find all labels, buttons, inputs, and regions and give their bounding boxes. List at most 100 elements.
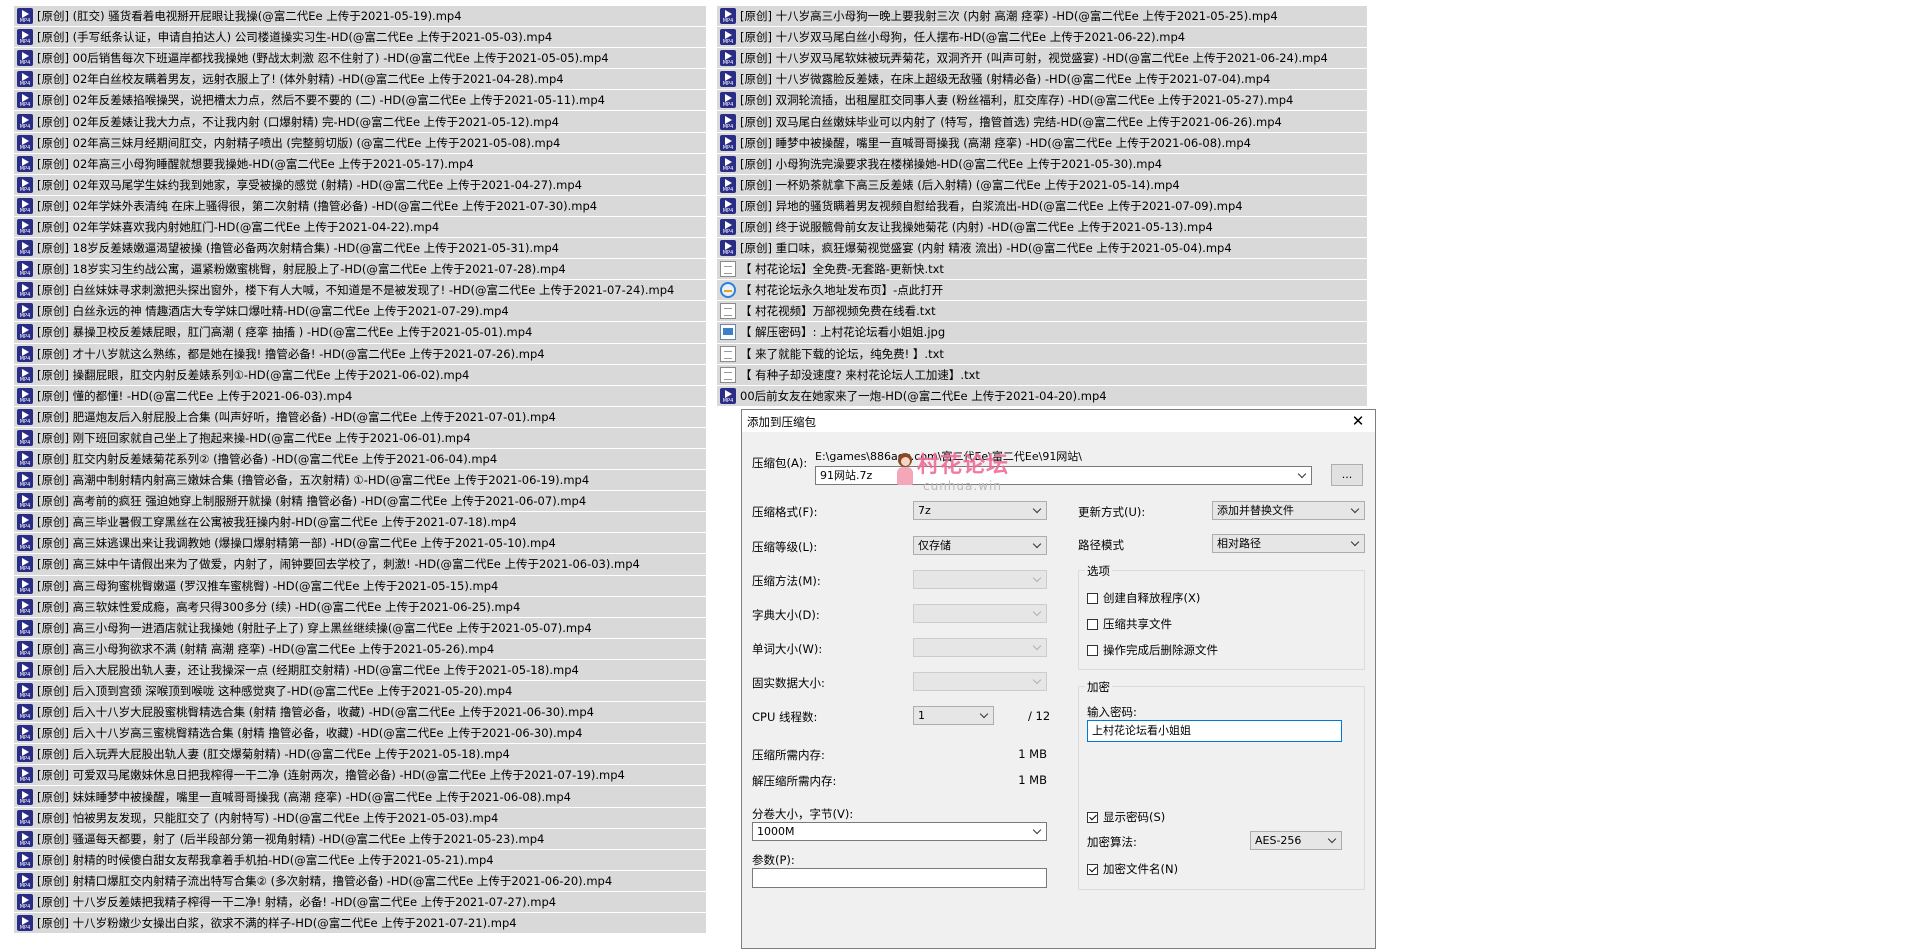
encrypt-names-option[interactable]: 加密文件名(N) (1087, 861, 1178, 877)
password-input[interactable]: 上村花论坛看小姐姐 (1087, 720, 1342, 742)
encrypt-names-checkbox[interactable] (1087, 863, 1098, 875)
file-list-item[interactable]: [原创] 后入大屁股出轨人妻，还让我操深一点 (经期肛交射精) -HD(@富二代… (14, 659, 706, 681)
file-name: [原创] 睡梦中被操醒，嘴里一直喊哥哥操我 (高潮 痉挛) -HD(@富二代Ee… (740, 135, 1251, 150)
file-list-item[interactable]: [原创] 后入玩弄大屁股出轨人妻 (肛交爆菊射精) -HD(@富二代Ee 上传于… (14, 744, 706, 766)
file-list-item[interactable]: [原创] 刚下班回家就自己坐上了抱起来操-HD(@富二代Ee 上传于2021-0… (14, 427, 706, 449)
file-list-item[interactable]: [原创] 高三妹逃课出来让我调教她 (爆操口爆射精第一部) -HD(@富二代Ee… (14, 533, 706, 555)
file-list-item[interactable]: [原创] 02年反差婊让我大力点，不让我内射 (口爆射精) 完-HD(@富二代E… (14, 111, 706, 133)
path-mode-select[interactable]: 相对路径 (1212, 534, 1365, 553)
file-list-item[interactable]: [原创] 十八岁双马尾白丝小母狗，任人摆布-HD(@富二代Ee 上传于2021-… (717, 27, 1367, 49)
file-list-item[interactable]: [原创] 18岁实习生约战公寓，逼紧粉嫩蜜桃臀，射屁股上了-HD(@富二代Ee … (14, 259, 706, 281)
update-mode-select[interactable]: 添加并替换文件 (1212, 501, 1365, 520)
watermark-subtext: cunhua.win (923, 479, 1002, 493)
file-list-item[interactable]: [原创] 异地的骚货瞒着男友视频自慰给我看，白浆流出-HD(@富二代Ee 上传于… (717, 195, 1367, 217)
file-list-item[interactable]: [原创] 妹妹睡梦中被操醒，嘴里一直喊哥哥操我 (高潮 痉挛) -HD(@富二代… (14, 786, 706, 808)
sfx-option[interactable]: 创建自释放程序(X) (1087, 590, 1200, 606)
file-list-item[interactable]: [原创] 双洞轮流插，出租屋肛交同事人妻 (粉丝福利，肛交库存) -HD(@富二… (717, 90, 1367, 112)
file-list-item[interactable]: [原创] 射精口爆肛交内射精子流出特写合集② (多次射精，撸管必备) -HD(@… (14, 870, 706, 892)
file-list-item[interactable]: [原创] 重口味，疯狂爆菊视觉盛宴 (内射 精液 流出) -HD(@富二代Ee … (717, 238, 1367, 260)
file-list-item[interactable]: [原创] 白丝永远的神 情趣酒店大专学妹口爆吐精-HD(@富二代Ee 上传于20… (14, 301, 706, 323)
method-select[interactable] (913, 570, 1047, 589)
file-list-item[interactable]: [原创] 怕被男友发现，只能肛交了 (内射特写) -HD(@富二代Ee 上传于2… (14, 807, 706, 829)
shared-files-checkbox-label: 压缩共享文件 (1103, 617, 1172, 631)
file-list-item[interactable]: [原创] 肥逼炮友后入射屁股上合集 (叫声好听，撸管必备) -HD(@富二代Ee… (14, 406, 706, 428)
file-list-item[interactable]: [原创] 02年双马尾学生妹约我到她家，享受被操的感觉 (射精) -HD(@富二… (14, 174, 706, 196)
file-list-item[interactable]: 00后前女友在她家来了一炮-HD(@富二代Ee 上传于2021-04-20).m… (717, 385, 1367, 407)
file-list-item[interactable]: [原创] 暴操卫校反差婊屁眼，肛门高潮 ( 痉挛 抽搐 ) -HD(@富二代Ee… (14, 322, 706, 344)
file-list-item[interactable]: [原创] 骚逼每天都要，射了 (后半段部分第一视角射精) -HD(@富二代Ee … (14, 828, 706, 850)
file-list-item[interactable]: [原创] 十八岁反差婊把我精子榨得一干二净! 射精，必备! -HD(@富二代Ee… (14, 891, 706, 914)
shared-files-option[interactable]: 压缩共享文件 (1087, 616, 1172, 632)
file-name: [原创] 02年反差婊掐喉操哭，说把槽太力点，然后不要不要的 (二) -HD(@… (37, 93, 605, 108)
file-list-item[interactable]: [原创] 十八岁粉嫩少女操出白浆，欲求不满的样子-HD(@富二代Ee 上传于20… (14, 913, 706, 935)
file-list-item[interactable]: 【 村花论坛】全免费-无套路-更新快.txt (717, 259, 1367, 281)
file-list-item[interactable]: [原创] 02年高三妹月经期间肛交，内射精子喷出 (完整剪切版) (@富二代Ee… (14, 132, 706, 154)
format-select[interactable]: 7z (913, 501, 1047, 520)
file-list-item[interactable]: [原创] 后入顶到宫颈 深喉顶到喉咙 这种感觉爽了-HD(@富二代Ee 上传于2… (14, 681, 706, 703)
file-list-item[interactable]: [原创] 02年学妹外表清纯 在床上骚得很，第二次射精 (撸管必备) -HD(@… (14, 195, 706, 217)
parameters-input[interactable] (752, 868, 1047, 888)
close-button[interactable]: ✕ (1349, 411, 1367, 431)
file-list-item[interactable]: [原创] 十八岁微露脸反差婊，在床上超级无敌骚 (射精必备) -HD(@富二代E… (717, 69, 1367, 91)
delete-files-checkbox[interactable] (1087, 644, 1098, 656)
file-list-item[interactable]: 【 村花视频】万部视频免费在线看.txt (717, 301, 1367, 323)
show-password-checkbox[interactable] (1087, 811, 1098, 823)
file-list-item[interactable]: [原创] 高三母狗蜜桃臀嫩逼 (罗汉推车蜜桃臀) -HD(@富二代Ee 上传于2… (14, 575, 706, 597)
file-list-item[interactable]: [原创] 后入十八岁高三蜜桃臀精选合集 (射精 撸管必备，收藏) -HD(@富二… (14, 723, 706, 745)
file-list-item[interactable]: 【 有种子却没速度? 来村花论坛人工加速】.txt (717, 364, 1367, 386)
browse-button[interactable]: ... (1331, 464, 1363, 486)
file-list-item[interactable]: [原创] 00后销售每次下班逼岸都找我操她 (野战太刺激 忍不住射了) -HD(… (14, 48, 706, 70)
file-list-item[interactable]: 【 村花论坛永久地址发布页】-点此打开 (717, 280, 1367, 302)
file-list-item[interactable]: [原创] (手写纸条认证，申请自拍达人) 公司楼道操实习生-HD(@富二代Ee … (14, 27, 706, 49)
encryption-method-select[interactable]: AES-256 (1250, 831, 1342, 850)
file-list-item[interactable]: [原创] 高三小母狗一进酒店就让我操她 (射肚子上了) 穿上黑丝继续操(@富二代… (14, 617, 706, 639)
word-size-select[interactable] (913, 638, 1047, 657)
file-list-item[interactable]: [原创] 十八岁双马尾软妹被玩弄菊花，双洞齐开 (叫声可射，视觉盛宴) -HD(… (717, 48, 1367, 70)
file-list-item[interactable]: [原创] 高三妹中午请假出来为了做爱，内射了，闹钟要回去学校了，刺激! -HD(… (14, 554, 706, 576)
file-list-item[interactable]: [原创] 高三小母狗欲求不满 (射精 高潮 痉挛) -HD(@富二代Ee 上传于… (14, 638, 706, 660)
dictionary-size-select[interactable] (913, 604, 1047, 623)
cpu-threads-select[interactable]: 1 (913, 706, 994, 725)
file-list-right-column: [原创] 十八岁高三小母狗一晚上要我射三次 (内射 高潮 痉挛) -HD(@富二… (717, 6, 1367, 407)
cpu-threads-max: / 12 (1028, 709, 1051, 723)
file-list-item[interactable]: [原创] 02年学妹喜欢我内射她肛门-HD(@富二代Ee 上传于2021-04-… (14, 216, 706, 239)
mp4-file-icon (17, 282, 33, 299)
file-list-item[interactable]: [原创] (肛交) 骚货看着电视掰开屁眼让我操(@富二代Ee 上传于2021-0… (14, 6, 706, 28)
file-name: [原创] 02年反差婊让我大力点，不让我内射 (口爆射精) 完-HD(@富二代E… (37, 114, 559, 129)
show-password-option[interactable]: 显示密码(S) (1087, 809, 1165, 825)
file-list-item[interactable]: [原创] 懂的都懂! -HD(@富二代Ee 上传于2021-06-03).mp4 (14, 385, 706, 407)
file-list-item[interactable]: [原创] 小母狗洗完澡要求我在楼梯操她-HD(@富二代Ee 上传于2021-05… (717, 153, 1367, 175)
file-list-item[interactable]: 【 解压密码】: 上村花论坛看小姐姐.jpg (717, 322, 1367, 344)
shared-files-checkbox[interactable] (1087, 618, 1098, 630)
text-file-icon (720, 261, 736, 278)
volume-size-combobox[interactable]: 1000M (752, 822, 1047, 841)
level-select[interactable]: 仅存储 (913, 536, 1047, 555)
delete-files-option[interactable]: 操作完成后删除源文件 (1087, 642, 1218, 658)
mp4-file-icon (17, 640, 33, 657)
sfx-checkbox[interactable] (1087, 592, 1098, 604)
file-list-item[interactable]: [原创] 终于说服髋骨前女友让我操她菊花 (内射) -HD(@富二代Ee 上传于… (717, 216, 1367, 239)
file-list-item[interactable]: [原创] 双马尾白丝嫩妹毕业可以内射了 (特写，撸管首选) 完结-HD(@富二代… (717, 111, 1367, 133)
file-list-item[interactable]: [原创] 白丝妹妹寻求刺激把头探出窗外，楼下有人大喊，不知道是不是被发现了! -… (14, 280, 706, 302)
file-list-item[interactable]: [原创] 一杯奶茶就拿下高三反差婊 (后入射精) (@富二代Ee 上传于2021… (717, 174, 1367, 196)
file-list-item[interactable]: [原创] 02年白丝校友瞒着男友，远射衣服上了! (体外射精) -HD(@富二代… (14, 69, 706, 91)
file-list-item[interactable]: [原创] 02年反差婊掐喉操哭，说把槽太力点，然后不要不要的 (二) -HD(@… (14, 90, 706, 112)
file-list-item[interactable]: [原创] 可爱双马尾嫩妹休息日把我榨得一干二净 (连射两次，撸管必备) -HD(… (14, 765, 706, 787)
dialog-titlebar[interactable]: 添加到压缩包 ✕ (742, 410, 1375, 432)
file-list-item[interactable]: [原创] 高三软妹性爱成瘾，高考只得300多分 (续) -HD(@富二代Ee 上… (14, 596, 706, 618)
file-name: [原创] 后入十八岁大屁股蜜桃臀精选合集 (射精 撸管必备，收藏) -HD(@富… (37, 705, 594, 720)
file-list-item[interactable]: [原创] 睡梦中被操醒，嘴里一直喊哥哥操我 (高潮 痉挛) -HD(@富二代Ee… (717, 132, 1367, 154)
file-list-item[interactable]: [原创] 18岁反差婊嫩逼渴望被操 (撸管必备两次射精合集) -HD(@富二代E… (14, 238, 706, 260)
solid-block-select[interactable] (913, 672, 1047, 691)
file-list-item[interactable]: [原创] 高三毕业暑假工穿黑丝在公寓被我狂操内射-HD(@富二代Ee 上传于20… (14, 512, 706, 534)
file-list-item[interactable]: [原创] 高考前的疯狂 强迫她穿上制服掰开就操 (射精 撸管必备) -HD(@富… (14, 491, 706, 513)
file-list-item[interactable]: [原创] 后入十八岁大屁股蜜桃臀精选合集 (射精 撸管必备，收藏) -HD(@富… (14, 702, 706, 724)
file-list-item[interactable]: [原创] 十八岁高三小母狗一晚上要我射三次 (内射 高潮 痉挛) -HD(@富二… (717, 6, 1367, 28)
file-list-item[interactable]: [原创] 射精的时候傻白甜女友帮我拿着手机拍-HD(@富二代Ee 上传于2021… (14, 849, 706, 871)
file-list-item[interactable]: [原创] 02年高三小母狗睡醒就想要我操她-HD(@富二代Ee 上传于2021-… (14, 153, 706, 175)
file-list-item[interactable]: [原创] 肛交内射反差婊菊花系列② (撸管必备) -HD(@富二代Ee 上传于2… (14, 448, 706, 471)
file-list-item[interactable]: 【 来了就能下载的论坛，纯免费! 】.txt (717, 343, 1367, 365)
file-list-item[interactable]: [原创] 才十八岁就这么熟练，都是她在操我! 撸管必备! -HD(@富二代Ee … (14, 343, 706, 365)
file-list-item[interactable]: [原创] 操翻屁眼，肛交内射反差婊系列①-HD(@富二代Ee 上传于2021-0… (14, 364, 706, 386)
file-list-item[interactable]: [原创] 高潮中制射精内射高三嫩妹合集 (撸管必备，五次射精) ①-HD(@富二… (14, 470, 706, 492)
